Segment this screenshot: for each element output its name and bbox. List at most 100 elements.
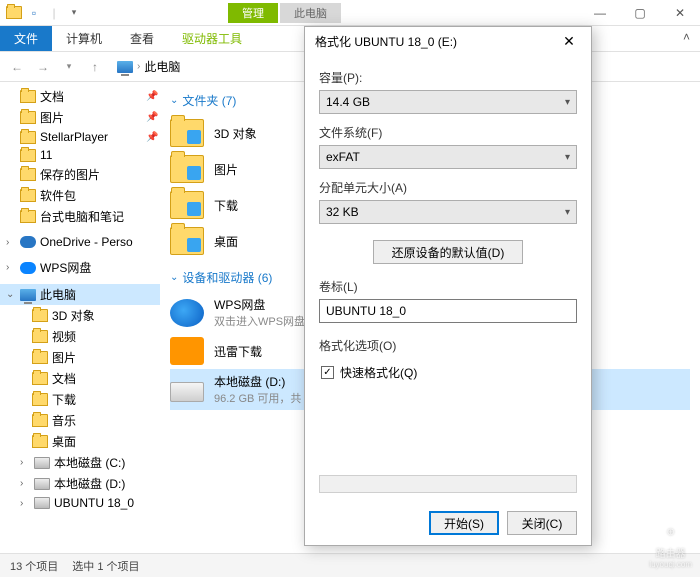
filesystem-select[interactable]: exFAT (319, 145, 577, 169)
tree-item[interactable]: 下载 (0, 389, 160, 410)
tree-item-onedrive[interactable]: ›OneDrive - Perso (0, 233, 160, 251)
tree-item-label: 下载 (52, 391, 76, 408)
status-selection: 选中 1 个项目 (72, 558, 139, 574)
tree-item-label: 11 (40, 148, 52, 162)
tree-item-label: 图片 (40, 109, 64, 126)
wps-icon (170, 299, 204, 327)
minimize-button[interactable]: — (580, 0, 620, 26)
tree-item-label: 台式电脑和笔记 (40, 208, 124, 225)
folder-icon (20, 149, 36, 162)
restore-defaults-button[interactable]: 还原设备的默认值(D) (373, 240, 523, 264)
tab-computer[interactable]: 计算机 (52, 26, 116, 51)
watermark-text: 路由器 (649, 545, 692, 560)
watermark-url: luyouqi.com (649, 560, 692, 569)
tree-item-label: 本地磁盘 (D:) (54, 475, 125, 492)
device-label: 迅雷下载 (214, 343, 262, 360)
quick-format-checkbox[interactable]: ✓ 快速格式化(Q) (319, 358, 577, 387)
tree-item[interactable]: 11 (0, 146, 160, 164)
tree-item[interactable]: 3D 对象 (0, 305, 160, 326)
tree-item[interactable]: StellarPlayer📌 (0, 128, 160, 146)
tree-item-label: StellarPlayer (40, 130, 108, 144)
folder-icon (32, 393, 48, 406)
format-options-label: 格式化选项(O) (319, 337, 577, 354)
disk-icon (34, 478, 50, 490)
folder-label: 图片 (214, 161, 238, 178)
status-bar: 13 个项目 选中 1 个项目 (0, 553, 700, 577)
qat-dropdown-icon[interactable]: ▾ (66, 5, 82, 21)
breadcrumb-location: 此电脑 (144, 58, 180, 75)
folder-icon (20, 189, 36, 202)
folder-icon (32, 414, 48, 427)
ribbon-expand-icon[interactable]: ˄ (673, 26, 700, 51)
tree-item[interactable]: 保存的图片 (0, 164, 160, 185)
tree-item[interactable]: 视频 (0, 326, 160, 347)
contextual-tab-thispc: 此电脑 (280, 3, 341, 23)
volume-label-input[interactable]: UBUNTU 18_0 (319, 299, 577, 323)
contextual-tab-manage[interactable]: 管理 (228, 3, 278, 23)
start-button[interactable]: 开始(S) (429, 511, 499, 535)
capacity-select[interactable]: 14.4 GB (319, 90, 577, 114)
folder-icon (20, 168, 36, 181)
tab-drive-tools[interactable]: 驱动器工具 (168, 26, 256, 51)
chevron-right-icon: › (137, 61, 140, 72)
status-item-count: 13 个项目 (10, 558, 58, 574)
allocation-select[interactable]: 32 KB (319, 200, 577, 224)
pc-icon (20, 289, 36, 301)
disk-icon (34, 457, 50, 469)
group-label: 文件夹 (7) (182, 92, 236, 109)
filesystem-label: 文件系统(F) (319, 124, 577, 141)
tree-item[interactable]: 桌面 (0, 431, 160, 452)
device-sublabel: 双击进入WPS网盘 (214, 313, 305, 329)
tree-item-label: 桌面 (52, 433, 76, 450)
tree-item[interactable]: 文档📌 (0, 86, 160, 107)
volume-value: UBUNTU 18_0 (326, 304, 406, 318)
back-button[interactable]: ← (6, 56, 28, 78)
breadcrumb[interactable]: › 此电脑 (110, 55, 187, 78)
watermark-icon: ⊕ (660, 521, 682, 543)
title-bar: ▫ | ▾ 管理 此电脑 — ▢ ✕ (0, 0, 700, 26)
tree-item[interactable]: 文档 (0, 368, 160, 389)
navigation-tree[interactable]: 文档📌 图片📌 StellarPlayer📌 11 保存的图片 软件包 台式电脑… (0, 82, 160, 553)
capacity-value: 14.4 GB (326, 95, 370, 109)
tab-file[interactable]: 文件 (0, 26, 52, 51)
cloud-icon (20, 262, 36, 274)
tree-item-drive[interactable]: ›本地磁盘 (D:) (0, 473, 160, 494)
tab-view[interactable]: 查看 (116, 26, 168, 51)
dialog-title: 格式化 UBUNTU 18_0 (E:) (315, 33, 457, 50)
dialog-title-bar[interactable]: 格式化 UBUNTU 18_0 (E:) ✕ (305, 27, 591, 55)
folder-icon (170, 191, 204, 219)
dialog-close-button[interactable]: ✕ (557, 33, 581, 50)
forward-button[interactable]: → (32, 56, 54, 78)
tree-item[interactable]: 软件包 (0, 185, 160, 206)
chevron-down-icon: ⌄ (6, 289, 16, 300)
group-label: 设备和驱动器 (6) (182, 269, 272, 286)
folder-label: 下载 (214, 197, 238, 214)
up-button[interactable]: ↑ (84, 56, 106, 78)
tree-item[interactable]: 音乐 (0, 410, 160, 431)
tree-item-wps[interactable]: ›WPS网盘 (0, 257, 160, 278)
maximize-button[interactable]: ▢ (620, 0, 660, 26)
tree-item[interactable]: 图片 (0, 347, 160, 368)
chevron-icon: › (6, 262, 16, 273)
tree-item-thispc[interactable]: ⌄此电脑 (0, 284, 160, 305)
capacity-label: 容量(P): (319, 69, 577, 86)
folder-icon (170, 155, 204, 183)
tree-item-drive[interactable]: ›本地磁盘 (C:) (0, 452, 160, 473)
device-label: WPS网盘 (214, 296, 305, 313)
folder-icon (32, 435, 48, 448)
tree-item[interactable]: 台式电脑和笔记 (0, 206, 160, 227)
history-dropdown[interactable]: ▾ (58, 56, 80, 78)
save-icon[interactable]: ▫ (26, 5, 42, 21)
close-button[interactable]: ✕ (660, 0, 700, 26)
folder-icon (32, 309, 48, 322)
tree-item-label: 图片 (52, 349, 76, 366)
close-button[interactable]: 关闭(C) (507, 511, 577, 535)
chevron-icon: › (6, 237, 16, 248)
tree-item[interactable]: 图片📌 (0, 107, 160, 128)
tree-item-drive[interactable]: ›UBUNTU 18_0 (0, 494, 160, 512)
folder-icon (32, 372, 48, 385)
tree-item-label: 保存的图片 (40, 166, 100, 183)
pc-icon (117, 61, 133, 73)
chevron-down-icon: ⌄ (170, 95, 178, 106)
tree-item-label: UBUNTU 18_0 (54, 496, 134, 510)
